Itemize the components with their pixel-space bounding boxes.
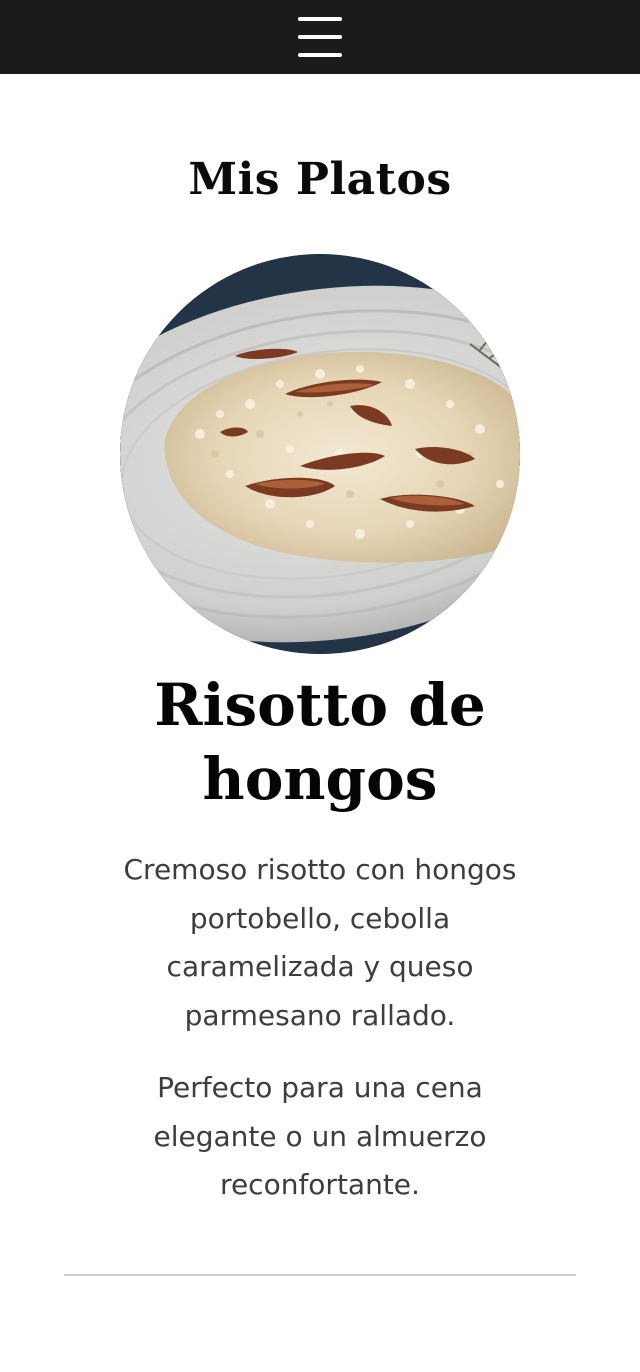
risotto-plate-illustration bbox=[120, 254, 520, 654]
hamburger-line bbox=[298, 35, 342, 39]
dish-name-line: Risotto de bbox=[154, 671, 486, 739]
dish-note-line: Perfecto para una cena bbox=[157, 1071, 483, 1104]
top-navigation-bar bbox=[0, 0, 640, 74]
hamburger-line bbox=[298, 53, 342, 57]
dish-name-line: hongos bbox=[202, 745, 438, 813]
dish-description: Cremoso risotto con hongos portobello, c… bbox=[100, 846, 540, 1040]
dish-photo bbox=[120, 254, 520, 654]
section-divider bbox=[64, 1274, 576, 1276]
dish-description-line: portobello, cebolla bbox=[189, 901, 451, 935]
dish-name: Risotto de hongos bbox=[0, 668, 640, 816]
hamburger-line bbox=[298, 17, 342, 21]
dish-description-line: parmesano rallado. bbox=[184, 998, 456, 1032]
section-title: Mis Platos bbox=[188, 154, 452, 205]
dish-note-line: reconfortante. bbox=[220, 1168, 420, 1201]
dish-description-line: caramelizada y queso bbox=[166, 950, 474, 983]
hamburger-menu-icon[interactable] bbox=[298, 17, 342, 57]
dish-note-line: elegante o un almuerzo bbox=[153, 1119, 487, 1153]
dish-note: Perfecto para una cena elegante o un alm… bbox=[100, 1064, 540, 1210]
dish-description-line: Cremoso risotto con hongos bbox=[123, 853, 517, 886]
